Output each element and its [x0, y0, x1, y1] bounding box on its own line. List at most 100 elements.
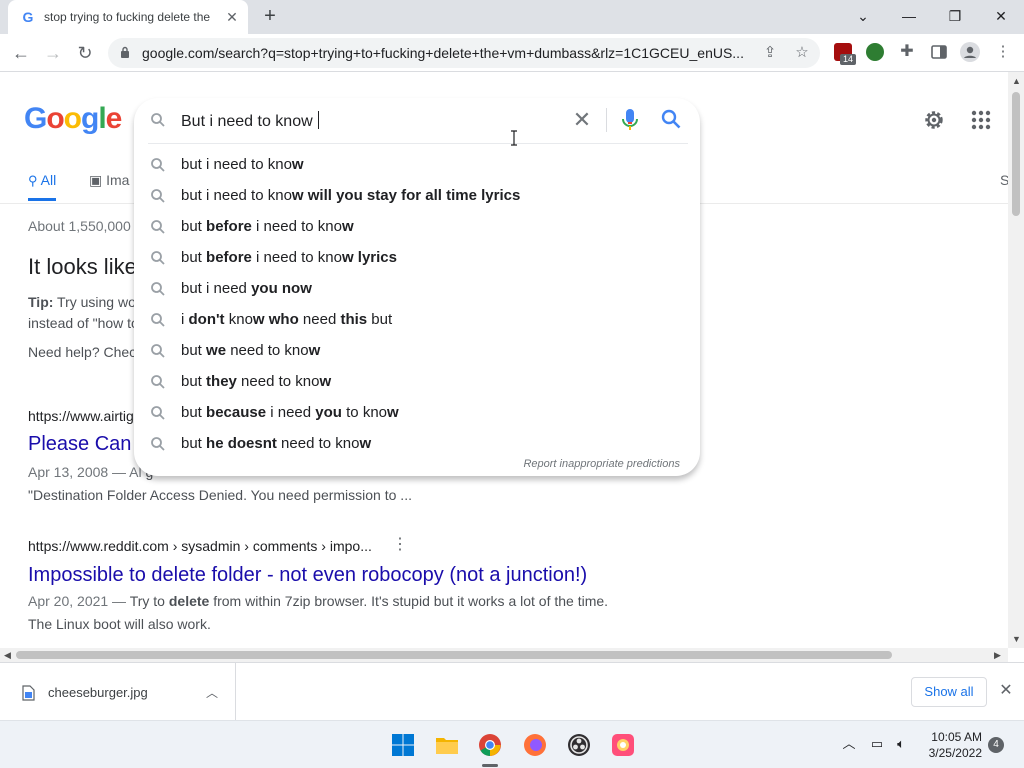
scroll-left-icon[interactable]: ◀ [4, 650, 11, 660]
vertical-scrollbar[interactable]: ▲ ▼ [1008, 72, 1024, 648]
suggestion-item[interactable]: but i need to know will you stay for all… [134, 180, 700, 211]
suggestion-item[interactable]: but they need to know [134, 366, 700, 397]
url-text: google.com/search?q=stop+trying+to+fucki… [142, 45, 744, 61]
firefox-icon[interactable] [523, 733, 547, 757]
tab-tools[interactable]: S [1000, 172, 1008, 188]
suggestion-item[interactable]: but we need to know [134, 335, 700, 366]
close-icon[interactable]: ✕ [996, 681, 1016, 701]
suggestion-segment: but [181, 342, 207, 359]
tab-images[interactable]: ▣ Ima [89, 172, 129, 189]
new-tab-button[interactable]: + [260, 6, 280, 26]
result-2-snippet: Apr 20, 2021 — Try to delete from within… [28, 590, 608, 636]
download-item[interactable]: cheeseburger.jpg ︿ [0, 663, 236, 721]
download-bar: cheeseburger.jpg ︿ Show all ✕ [0, 662, 1024, 721]
clock[interactable]: 10:05 AM 3/25/2022 [920, 729, 982, 761]
magnifier-icon [151, 344, 165, 358]
chrome-icon[interactable] [478, 733, 502, 757]
horizontal-scrollbar[interactable]: ◀ ▶ [0, 648, 1008, 662]
puzzle-icon[interactable]: ✚ [898, 43, 916, 61]
download-file-name: cheeseburger.jpg [48, 685, 148, 700]
spelling-heading: It looks like [28, 254, 137, 279]
search-button-icon[interactable] [660, 108, 682, 130]
horizontal-scroll-thumb[interactable] [16, 651, 892, 659]
windows-start-icon[interactable] [391, 733, 415, 757]
magnifier-icon [151, 437, 165, 451]
back-button[interactable]: ← [10, 42, 32, 64]
profile-icon[interactable] [960, 42, 980, 62]
clock-time: 10:05 AM [931, 730, 982, 744]
gear-icon[interactable] [922, 108, 946, 132]
report-predictions-link[interactable]: Report inappropriate predictions [523, 458, 680, 470]
search-autocomplete: But i need to know ✕ but i need to know b… [134, 98, 700, 476]
obs-icon[interactable] [567, 733, 591, 757]
result-2-title[interactable]: Impossible to delete folder - not even r… [28, 564, 587, 587]
result-2-snippet-a: Try to [129, 593, 169, 609]
suggestion-segment: need to kno [236, 373, 320, 390]
forward-button[interactable]: → [42, 42, 64, 64]
browser-tab[interactable]: G stop trying to fucking delete the ✕ [8, 0, 248, 34]
result-1-snippet-line-2: "Destination Folder Access Denied. You n… [28, 487, 412, 503]
need-help-text: Need help? Chec [28, 344, 137, 360]
minimize-button[interactable]: — [894, 5, 924, 27]
network-icon[interactable]: ▭ [868, 735, 886, 753]
suggestion-item[interactable]: but before i need to know lyrics [134, 242, 700, 273]
suggestion-segment: they [206, 373, 237, 390]
result-stats: About 1,550,000 [28, 218, 131, 234]
suggestion-segment: i need to kno [251, 249, 342, 266]
file-explorer-icon[interactable] [435, 733, 459, 757]
result-2-snippet-line-2: The Linux boot will also work. [28, 616, 211, 632]
scroll-up-icon[interactable]: ▲ [1012, 76, 1021, 86]
suggestion-segment: w who [252, 311, 299, 328]
result-options-icon[interactable]: ⋮ [392, 536, 408, 554]
reload-button[interactable]: ↻ [74, 42, 96, 64]
suggestion-segment: i need [266, 404, 316, 421]
share-icon[interactable]: ⇪ [761, 44, 779, 62]
vertical-scroll-thumb[interactable] [1012, 92, 1020, 216]
star-icon[interactable]: ☆ [793, 44, 811, 62]
tab-all[interactable]: ⚲ All [28, 172, 57, 201]
suggestion-item[interactable]: but i need to know [134, 149, 700, 180]
close-icon[interactable]: ✕ [570, 108, 594, 132]
result-1-url[interactable]: https://www.airtig [28, 408, 134, 424]
apps-grid-icon[interactable] [969, 108, 993, 132]
suggestion-segment: need to kno [226, 342, 309, 359]
suggestion-segment: this [340, 311, 368, 328]
suggestion-item[interactable]: but i need you now [134, 273, 700, 304]
tab-search-chevron-icon[interactable]: ⌄ [848, 5, 878, 27]
address-bar[interactable]: google.com/search?q=stop+trying+to+fucki… [108, 38, 820, 68]
chevron-up-icon[interactable]: ︿ [840, 735, 858, 753]
notification-badge[interactable]: 4 [988, 737, 1004, 753]
chevron-up-icon[interactable]: ︿ [206, 684, 218, 701]
search-box[interactable]: But i need to know ✕ [134, 98, 700, 142]
suggestion-segment: we [206, 342, 227, 359]
window-close-button[interactable]: ✕ [986, 5, 1016, 27]
suggestion-segment: but i need to kno [181, 156, 292, 173]
scroll-right-icon[interactable]: ▶ [994, 650, 1001, 660]
suggestion-segment: but [181, 435, 207, 452]
result-1-title[interactable]: Please Can [28, 433, 131, 456]
suggestion-segment: need [298, 311, 341, 328]
side-panel-icon[interactable] [930, 43, 948, 61]
suggestion-item[interactable]: but he doesnt need to know [134, 428, 700, 459]
kebab-menu-icon[interactable]: ⋮ [994, 43, 1012, 61]
tab-close-icon[interactable]: ✕ [224, 9, 240, 25]
result-2-snippet-c: from within 7zip browser. It's stupid bu… [209, 593, 609, 609]
google-g-icon: G [22, 9, 34, 25]
restore-button[interactable]: ❐ [940, 5, 970, 27]
google-logo[interactable]: Google [24, 102, 122, 136]
suggestion-segment: but i need to kno [181, 187, 292, 204]
volume-icon[interactable]: 🔈︎ [892, 735, 910, 753]
result-2-url[interactable]: https://www.reddit.com › sysadmin › comm… [28, 538, 372, 554]
search-input[interactable]: But i need to know [181, 111, 320, 131]
suggestion-item[interactable]: but because i need you to know [134, 397, 700, 428]
suggestion-item[interactable]: but before i need to know [134, 211, 700, 242]
tip-label: Tip: [28, 294, 54, 310]
extension-icon-globe[interactable] [866, 43, 884, 61]
microphone-icon[interactable] [620, 108, 640, 132]
scroll-down-icon[interactable]: ▼ [1012, 634, 1021, 644]
suggestion-item[interactable]: i don't know who need this but [134, 304, 700, 335]
show-all-button[interactable]: Show all [911, 677, 987, 707]
magnifier-icon [151, 375, 165, 389]
result-2-snippet-bold: delete [168, 593, 210, 609]
photo-app-icon[interactable] [611, 733, 635, 757]
